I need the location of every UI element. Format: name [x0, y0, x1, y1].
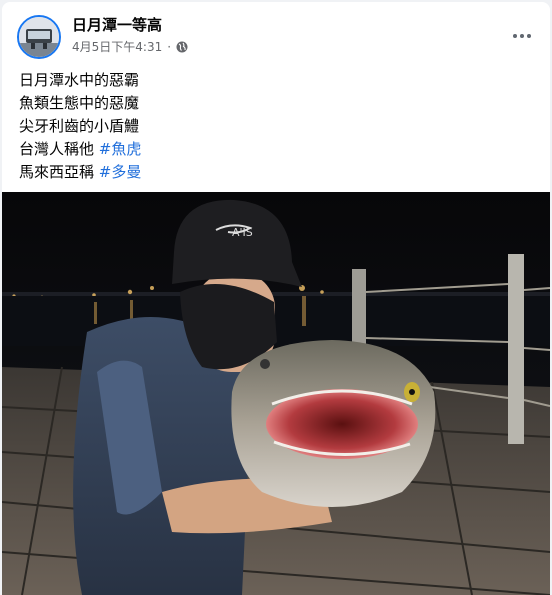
post-photo[interactable]: A'IS: [2, 192, 550, 595]
hashtag-link[interactable]: #魚虎: [99, 140, 142, 158]
avatar-image: [19, 17, 59, 57]
more-options-button[interactable]: [506, 20, 538, 52]
post-timestamp[interactable]: 4月5日下午4:31: [72, 39, 162, 55]
post-text-line: 魚類生態中的惡魔: [19, 92, 539, 115]
text-segment: 魚類生態中的惡魔: [19, 94, 140, 112]
more-horizontal-icon: [513, 34, 517, 38]
post-text-line: 馬來西亞稱 #多曼: [19, 161, 539, 184]
text-segment: 馬來西亞稱: [19, 163, 99, 181]
post-text-line: 日月潭水中的惡霸: [19, 69, 539, 92]
photo-image: A'IS: [2, 192, 550, 595]
post-text-line: 尖牙利齒的小盾鱧: [19, 115, 539, 138]
page-avatar[interactable]: [17, 15, 61, 59]
cap-logo: A'IS: [232, 226, 253, 239]
hashtag-link[interactable]: #多曼: [99, 163, 142, 181]
text-segment: 日月潭水中的惡霸: [19, 71, 140, 89]
text-segment: 尖牙利齒的小盾鱧: [19, 117, 140, 135]
page-name[interactable]: 日月潭一等高: [72, 15, 162, 35]
post-card: 日月潭一等高 4月5日下午4:31 · 日月潭水中的惡霸 魚類生態中的惡魔 尖牙…: [2, 2, 550, 595]
globe-icon[interactable]: [176, 41, 188, 53]
post-text-line: 台灣人稱他 #魚虎: [19, 138, 539, 161]
post-meta: 4月5日下午4:31 ·: [72, 39, 188, 55]
meta-separator: ·: [167, 40, 172, 54]
more-dot: [520, 34, 524, 38]
post-text: 日月潭水中的惡霸 魚類生態中的惡魔 尖牙利齒的小盾鱧 台灣人稱他 #魚虎 馬來西…: [19, 69, 539, 184]
more-dot: [527, 34, 531, 38]
post-header: 日月潭一等高 4月5日下午4:31 ·: [2, 2, 550, 64]
text-segment: 台灣人稱他: [19, 140, 99, 158]
